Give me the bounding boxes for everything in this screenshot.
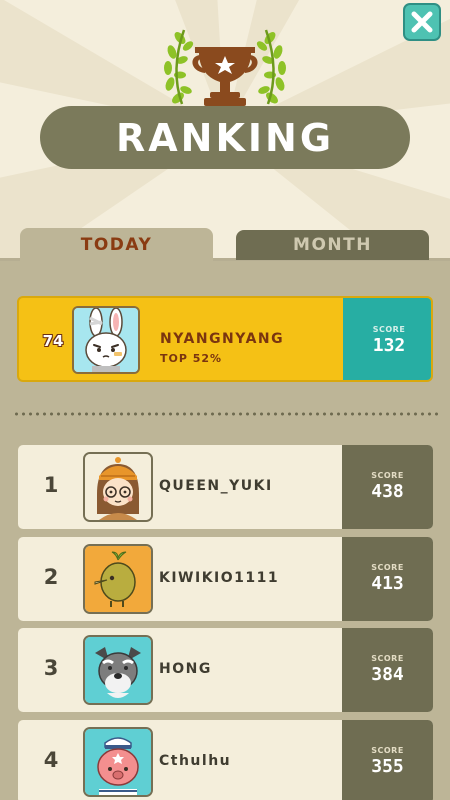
score-label: SCORE bbox=[371, 746, 404, 755]
score-box: SCORE 413 bbox=[342, 537, 433, 621]
trophy-icon bbox=[164, 29, 286, 106]
table-row[interactable]: 1 QUEEN_YUKI SCORE 438 bbox=[18, 445, 433, 529]
my-rank-number: 74 bbox=[42, 332, 64, 350]
player-name: Cthulhu bbox=[159, 753, 232, 769]
avatar bbox=[83, 452, 153, 522]
rank-number: 2 bbox=[43, 565, 59, 589]
player-name: QUEEN_YUKI bbox=[159, 478, 273, 494]
score-box: SCORE 355 bbox=[342, 720, 433, 800]
score-label: SCORE bbox=[371, 654, 404, 663]
tab-month[interactable]: MONTH bbox=[236, 230, 429, 260]
my-score-box: SCORE 132 bbox=[343, 298, 431, 380]
player-name: KIWIKIO1111 bbox=[159, 570, 280, 586]
score-value: 438 bbox=[371, 481, 404, 502]
avatar bbox=[83, 544, 153, 614]
tab-today[interactable]: TODAY bbox=[20, 228, 213, 261]
score-box: SCORE 438 bbox=[342, 445, 433, 529]
close-icon bbox=[411, 11, 433, 33]
rank-number: 3 bbox=[43, 656, 59, 680]
octopus-sailor-avatar-icon bbox=[85, 729, 151, 795]
table-row[interactable]: 3 HONG SCORE 384 bbox=[18, 628, 433, 712]
table-row[interactable]: 4 Cthulhu SCORE 355 bbox=[18, 720, 433, 800]
rank-number: 4 bbox=[43, 748, 59, 772]
score-box: SCORE 384 bbox=[342, 628, 433, 712]
table-row[interactable]: 2 KIWIKIO1111 SCORE 413 bbox=[18, 537, 433, 621]
bunny-avatar-icon bbox=[74, 308, 138, 372]
player-name: HONG bbox=[159, 661, 212, 677]
score-value: 413 bbox=[371, 573, 404, 594]
score-value: 384 bbox=[371, 664, 404, 685]
avatar bbox=[72, 306, 140, 374]
my-player-name: NYANGNYANG bbox=[160, 331, 285, 347]
score-label: SCORE bbox=[371, 471, 404, 480]
rank-number: 1 bbox=[43, 473, 59, 497]
close-button[interactable] bbox=[403, 3, 441, 41]
score-label: SCORE bbox=[371, 563, 404, 572]
dotted-divider bbox=[13, 412, 441, 416]
my-percentile: TOP 52% bbox=[160, 352, 223, 365]
score-value: 355 bbox=[371, 756, 404, 777]
schnauzer-dog-avatar-icon bbox=[85, 637, 151, 703]
page-title: RANKING bbox=[40, 106, 410, 169]
my-score-value: 132 bbox=[372, 335, 406, 356]
avatar bbox=[83, 727, 153, 797]
my-rank-row: 74 NYANGNYANG TOP 52% SCORE 132 bbox=[17, 296, 433, 382]
score-label: SCORE bbox=[372, 325, 406, 334]
girl-with-glasses-avatar-icon bbox=[85, 454, 151, 520]
kiwi-bird-avatar-icon bbox=[85, 546, 151, 612]
avatar bbox=[83, 635, 153, 705]
